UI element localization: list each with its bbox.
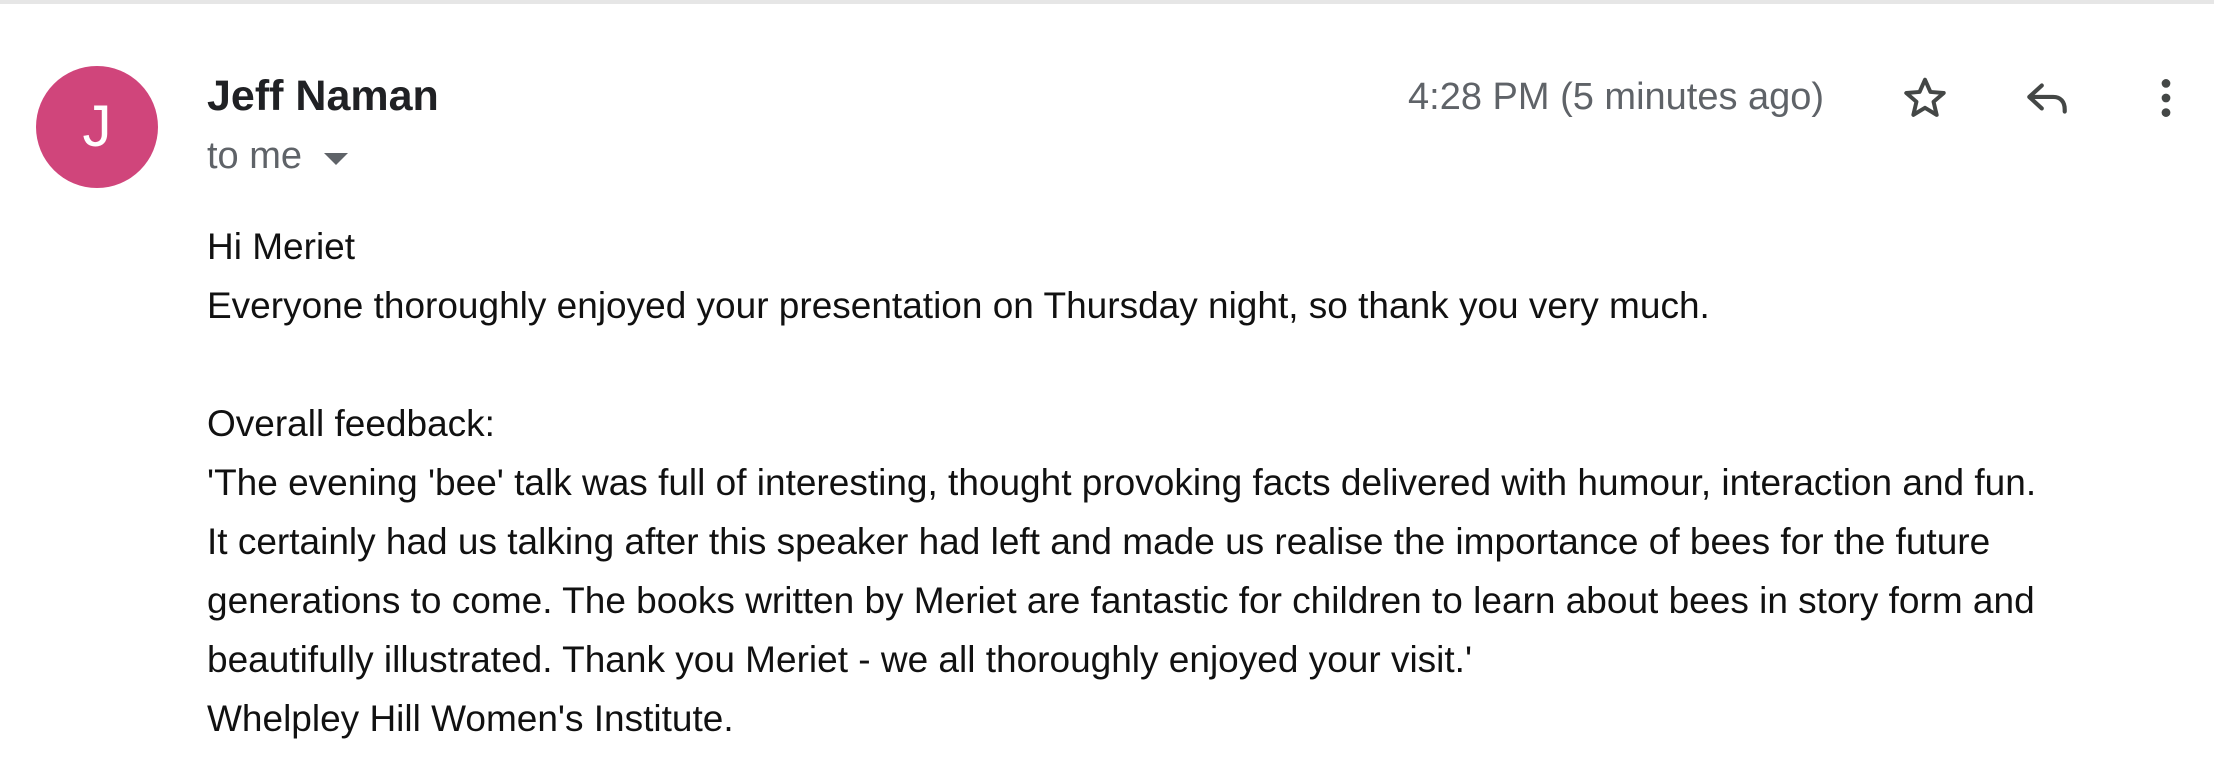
greeting: Hi Meriet [207,226,356,267]
sender-name[interactable]: Jeff Naman [207,72,439,121]
quote-line: It certainly had us talking after this s… [207,521,1991,562]
star-button[interactable] [1895,68,1955,128]
quote-line: beautifully illustrated. Thank you Merie… [207,639,1473,680]
chevron-down-icon[interactable] [324,152,349,165]
recipient-details[interactable]: to me [207,135,349,178]
reply-icon [2027,83,2067,114]
message-body: Hi Meriet Everyone thoroughly enjoyed yo… [207,217,2197,748]
more-options-button[interactable] [2136,68,2196,128]
star-icon [1904,77,1946,117]
quote-line: 'The evening 'bee' talk was full of inte… [207,462,2037,503]
avatar-initial: J [82,94,112,159]
top-divider [0,0,2214,4]
message-timestamp: 4:28 PM (5 minutes ago) [1408,76,1825,118]
reply-button[interactable] [2017,68,2077,128]
recipient-label: to me [207,135,303,177]
avatar[interactable]: J [36,66,158,188]
feedback-heading: Overall feedback: [207,403,495,444]
quote-line: generations to come. The books written b… [207,580,2035,621]
more-vert-icon [2161,79,2171,117]
intro-text: Everyone thoroughly enjoyed your present… [207,285,1710,326]
signature: Whelpley Hill Women's Institute. [207,698,734,739]
